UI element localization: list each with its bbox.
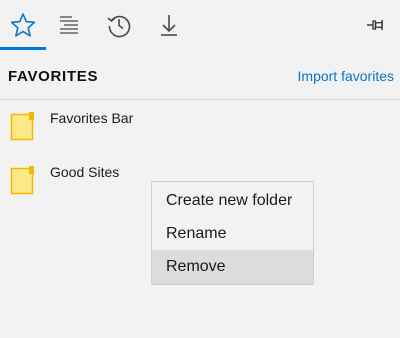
menu-item-create-new-folder[interactable]: Create new folder	[152, 184, 313, 218]
download-icon	[161, 15, 177, 36]
tab-downloads[interactable]	[146, 0, 192, 50]
favorites-header: FAVORITES Import favorites	[0, 54, 400, 98]
tab-history[interactable]	[96, 0, 142, 50]
favorite-label: Good Sites	[50, 164, 120, 180]
reading-list-icon	[60, 16, 78, 34]
pin-icon	[367, 20, 383, 30]
favorite-folder-favorites-bar[interactable]: Favorites Bar	[8, 110, 208, 150]
menu-item-rename[interactable]: Rename	[152, 217, 313, 251]
pin-button[interactable]	[366, 14, 388, 36]
hub-toolbar	[0, 0, 400, 50]
page-title: FAVORITES	[8, 68, 99, 85]
context-menu: Create new folder Rename Remove	[151, 181, 314, 285]
star-icon	[10, 13, 36, 37]
tab-reading-list[interactable]	[46, 0, 92, 50]
favorite-label: Favorites Bar	[50, 110, 134, 126]
header-divider	[0, 99, 400, 100]
import-favorites-link[interactable]: Import favorites	[298, 68, 394, 84]
menu-item-remove[interactable]: Remove	[152, 250, 313, 284]
tab-favorites[interactable]	[0, 0, 46, 50]
history-icon	[107, 15, 131, 38]
folder-icon	[10, 112, 34, 141]
folder-icon	[10, 166, 34, 195]
